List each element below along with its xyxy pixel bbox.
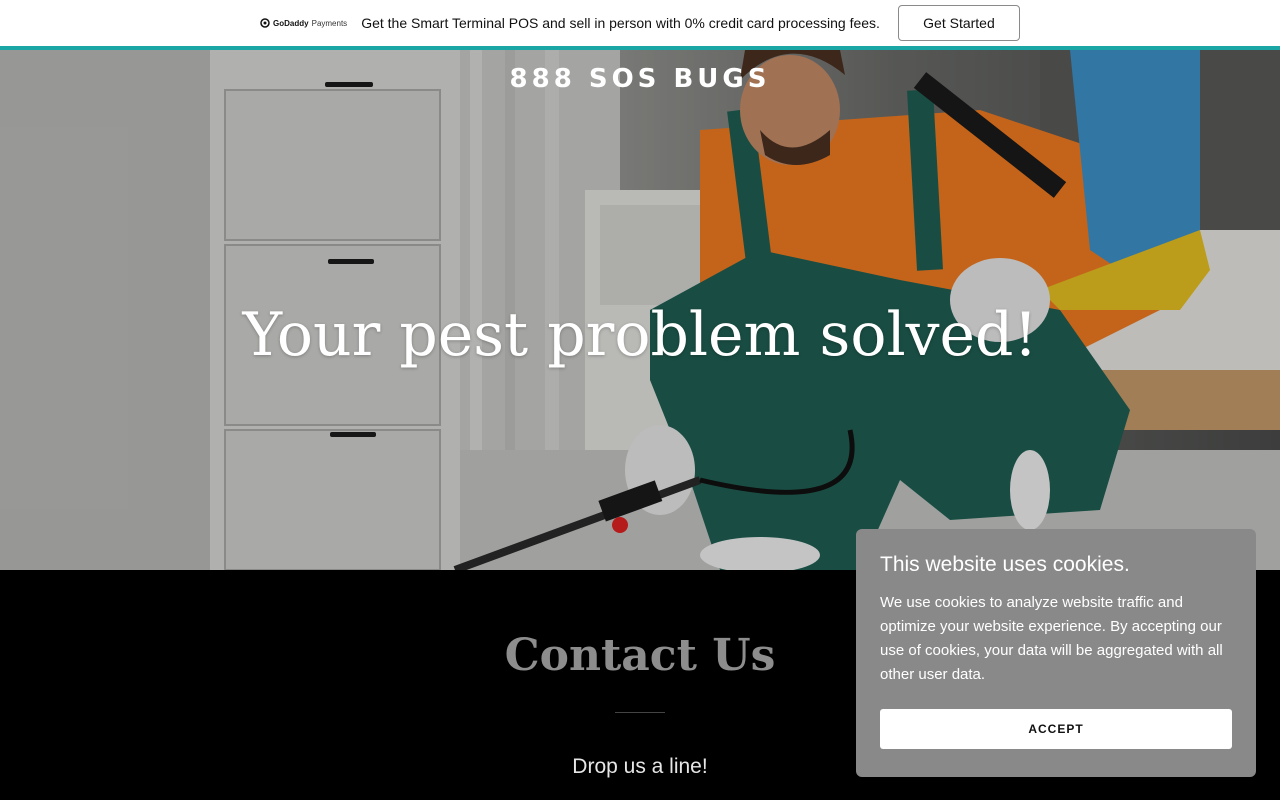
site-brand-name[interactable]: 888 SOS BUGS — [0, 64, 1280, 94]
hero-section: 888 SOS BUGS Your pest problem solved! — [0, 50, 1280, 570]
promo-banner: GoDaddy Payments Get the Smart Terminal … — [0, 0, 1280, 50]
godaddy-logo-icon — [260, 18, 270, 28]
promo-brand-suffix: Payments — [311, 18, 348, 28]
get-started-button[interactable]: Get Started — [897, 5, 1020, 41]
promo-text: Get the Smart Terminal POS and sell in p… — [361, 15, 880, 31]
cookie-title: This website uses cookies. — [880, 553, 1130, 576]
cookie-body-text: We use cookies to analyze website traffi… — [880, 594, 1223, 683]
section-divider — [615, 712, 665, 713]
promo-brand: GoDaddy — [273, 18, 309, 28]
cookie-consent-dialog: This website uses cookies. We use cookie… — [856, 529, 1256, 777]
godaddy-payments-logo: GoDaddy Payments — [260, 18, 347, 28]
hero-headline: Your pest problem solved! — [242, 300, 1038, 370]
accept-cookies-button[interactable]: ACCEPT — [880, 709, 1232, 749]
